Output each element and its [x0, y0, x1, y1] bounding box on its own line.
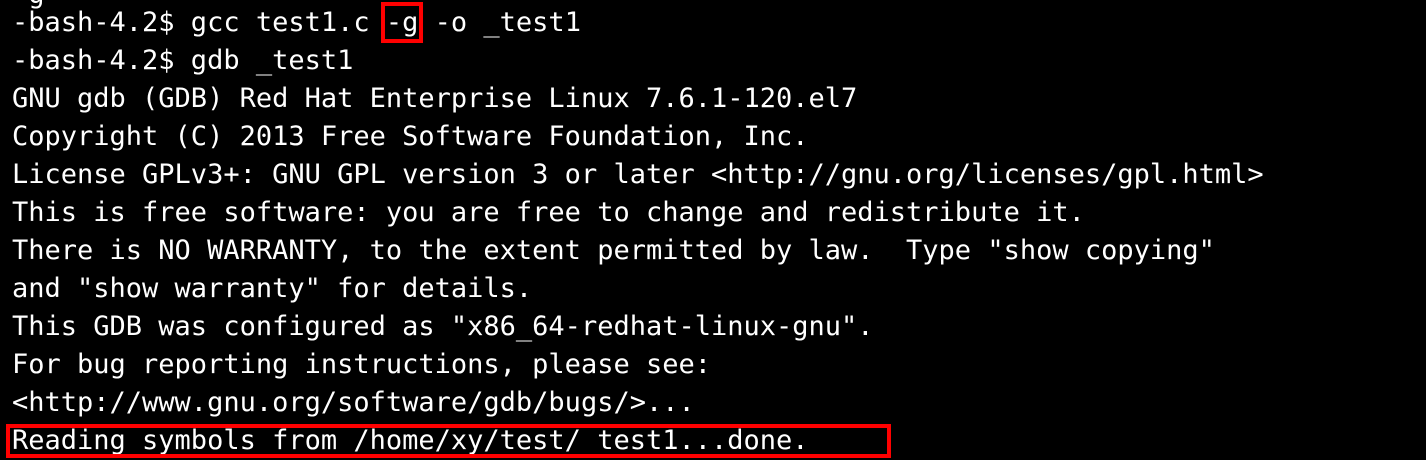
- terminal-line-gdb-command: -bash-4.2$ gdb _test1: [12, 45, 354, 76]
- gcc-command-suffix: -o _test1: [418, 7, 581, 38]
- terminal-window[interactable]: -g -bash-4.2$ gcc test1.c -g -o _test1 -…: [0, 0, 1426, 460]
- gcc-command-prefix: -bash-4.2$ gcc test1.c: [12, 7, 386, 38]
- terminal-line-bug-reporting: For bug reporting instructions, please s…: [12, 349, 711, 380]
- terminal-line-gcc-command: -bash-4.2$ gcc test1.c -g -o _test1: [12, 2, 581, 43]
- terminal-line-reading-symbols: Reading symbols from /home/xy/test/_test…: [12, 425, 809, 456]
- terminal-line-configuration: This GDB was configured as "x86_64-redha…: [12, 311, 874, 342]
- terminal-line-bug-url: <http://www.gnu.org/software/gdb/bugs/>.…: [12, 387, 695, 418]
- terminal-line-warranty-details: and "show warranty" for details.: [12, 273, 533, 304]
- debug-flag-highlight: -g: [380, 2, 424, 43]
- terminal-line-copyright: Copyright (C) 2013 Free Software Foundat…: [12, 121, 809, 152]
- terminal-line-license: License GPLv3+: GNU GPL version 3 or lat…: [12, 159, 1264, 190]
- terminal-line-warranty: There is NO WARRANTY, to the extent perm…: [12, 235, 1215, 266]
- terminal-line-free-software: This is free software: you are free to c…: [12, 197, 1085, 228]
- terminal-line-gdb-version: GNU gdb (GDB) Red Hat Enterprise Linux 7…: [12, 83, 858, 114]
